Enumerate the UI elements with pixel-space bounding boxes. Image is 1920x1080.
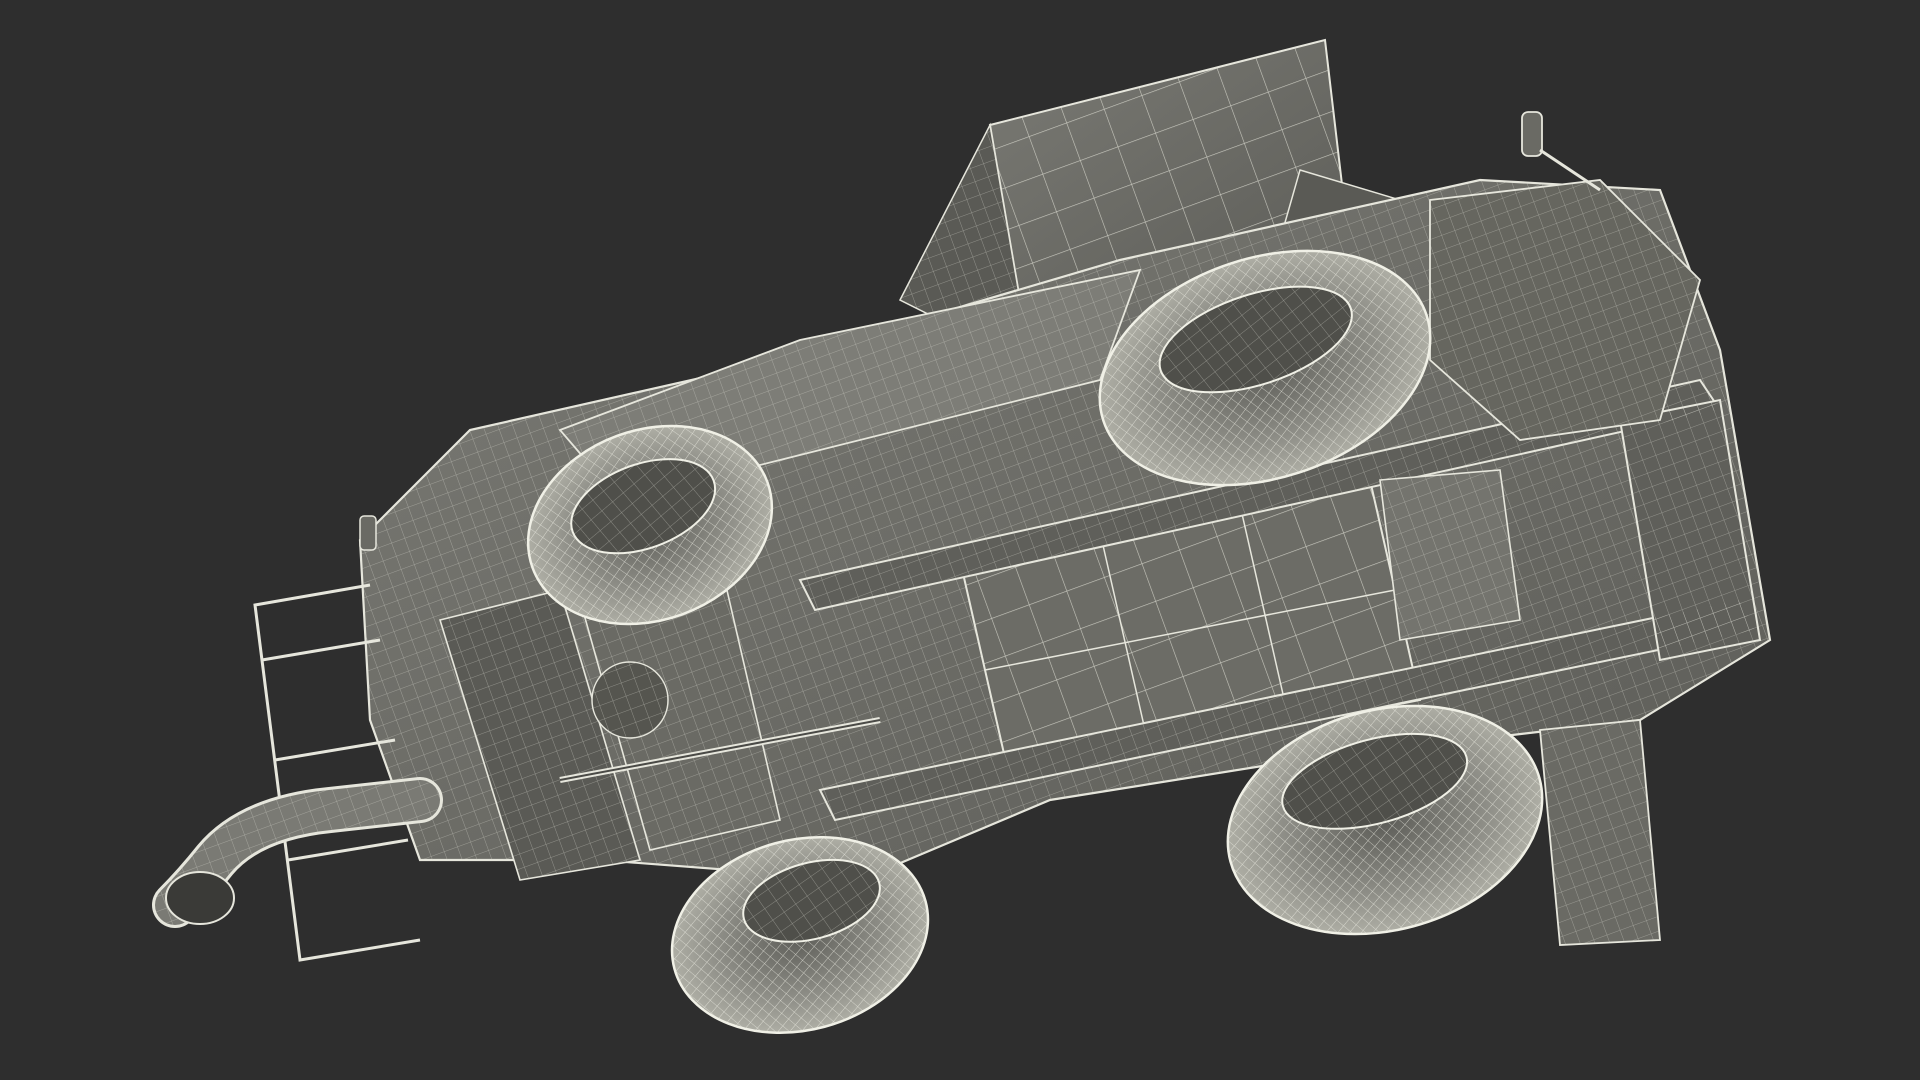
rear-step <box>1539 719 1661 946</box>
wireframe-render <box>0 0 1920 1080</box>
render-viewport <box>0 0 1920 1080</box>
